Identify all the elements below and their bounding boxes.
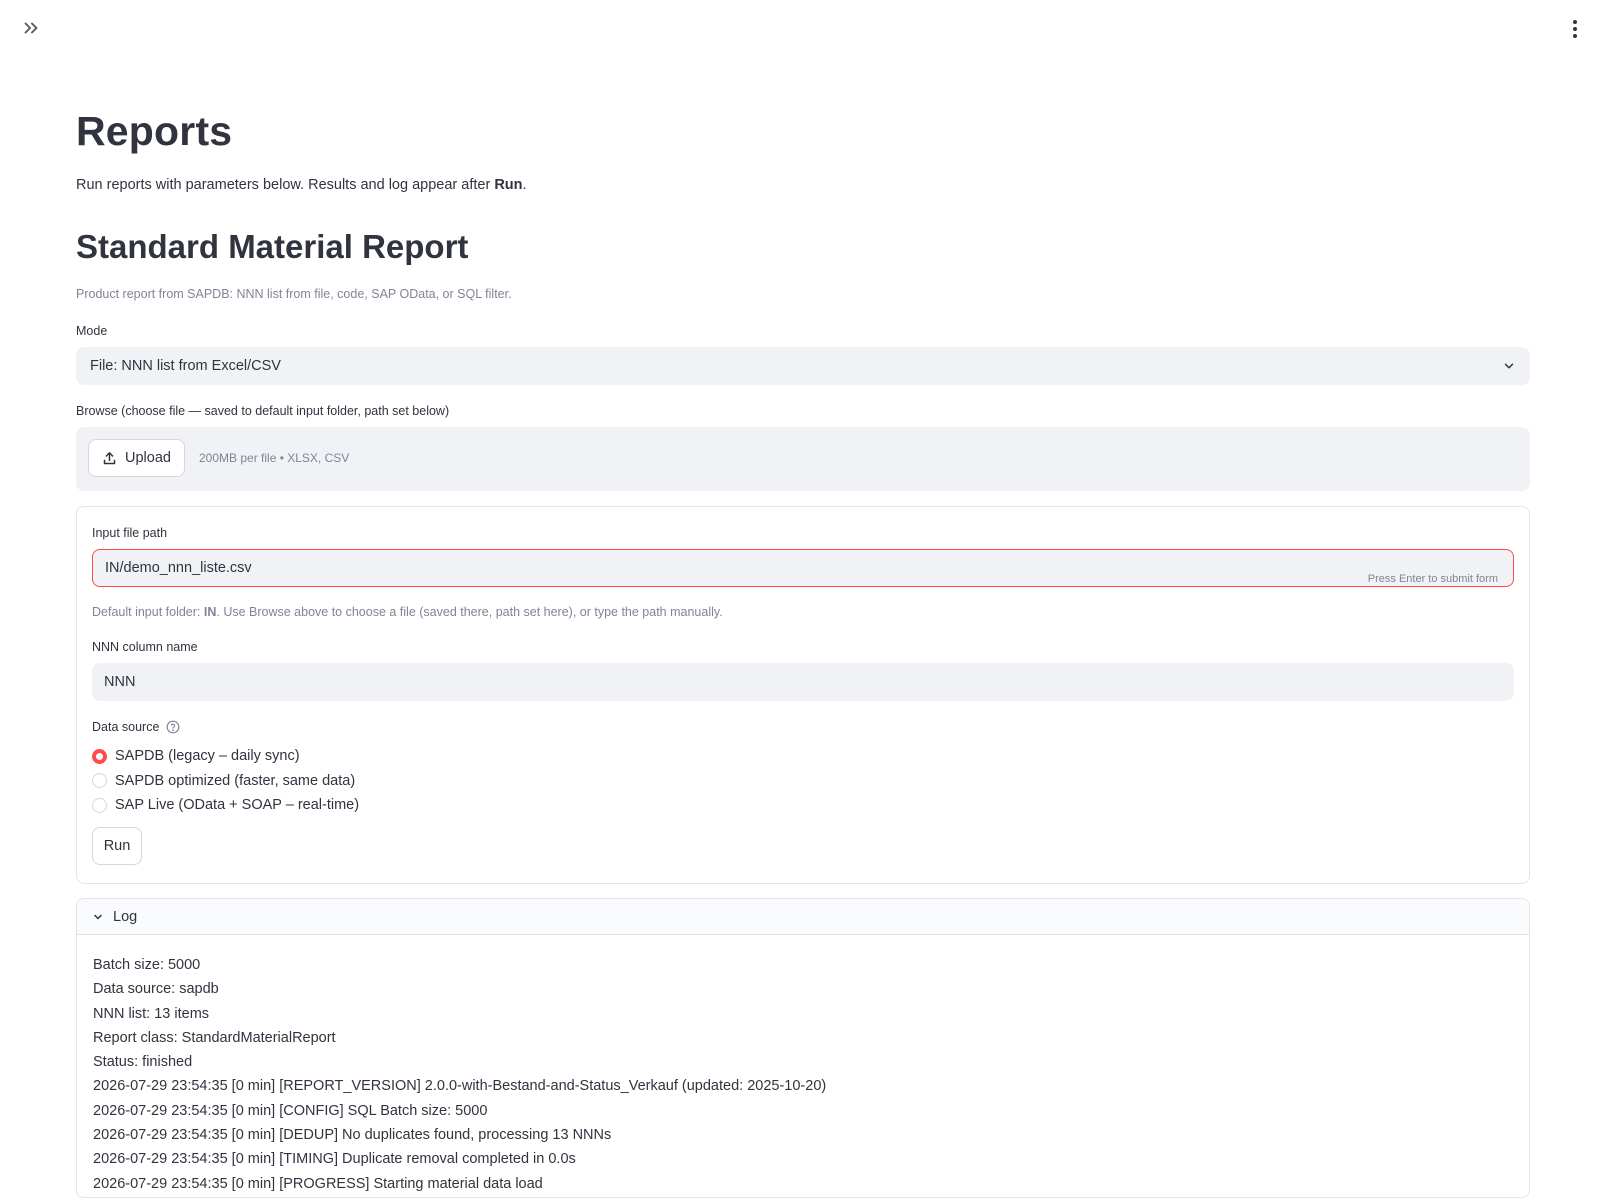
log-line: Report class: StandardMaterialReport [93,1029,336,1046]
nnn-column-label: NNN column name [92,640,198,654]
upload-button[interactable]: Upload [88,439,185,477]
input-file-help-prefix: Default input folder: [92,605,204,619]
run-button[interactable]: Run [92,827,142,865]
radio-option-sapdb-optimized[interactable]: SAPDB optimized (faster, same data) [92,769,359,794]
radio-checked-icon[interactable] [92,748,107,764]
help-icon[interactable] [166,720,180,734]
radio-option-sap-live[interactable]: SAP Live (OData + SOAP – real-time) [92,793,359,818]
log-expander: Log Batch size: 5000 Data source: sapdb … [76,898,1530,1198]
upload-hint: 200MB per file • XLSX, CSV [199,451,350,465]
data-source-label-row: Data source [92,720,180,734]
input-file-help-suffix: . Use Browse above to choose a file (sav… [216,605,723,619]
input-file-path-field[interactable] [92,549,1514,587]
main-menu-icon[interactable] [1566,17,1584,41]
press-enter-hint: Press Enter to submit form [1367,573,1498,585]
log-line: 2026-07-29 23:54:35 [0 min] [TIMING] Dup… [93,1151,576,1168]
radio-unchecked-icon[interactable] [92,797,107,813]
radio-unchecked-icon[interactable] [92,773,107,789]
page-subtitle-end: . [522,177,527,193]
log-line: Data source: sapdb [93,981,219,998]
input-file-help: Default input folder: IN. Use Browse abo… [92,605,723,619]
radio-option-label: SAPDB optimized (faster, same data) [115,772,356,789]
page-title: Reports [76,108,233,154]
chevron-down-icon [94,914,102,919]
radio-option-label: SAP Live (OData + SOAP – real-time) [115,797,360,814]
chevron-down-icon [1504,363,1514,369]
page-subtitle: Run reports with parameters below. Resul… [76,177,527,193]
log-expander-header[interactable]: Log [77,899,1529,935]
input-file-label: Input file path [92,526,168,540]
log-line: 2026-07-29 23:54:35 [0 min] [CONFIG] SQL… [93,1102,488,1119]
page-subtitle-text: Run reports with parameters below. Resul… [76,177,495,193]
upload-button-label: Upload [125,450,171,466]
expand-sidebar-icon[interactable] [20,17,42,39]
radio-option-sapdb-legacy[interactable]: SAPDB (legacy – daily sync) [92,744,359,769]
report-title: Standard Material Report [76,228,469,265]
radio-option-label: SAPDB (legacy – daily sync) [115,748,300,765]
log-header-label: Log [113,908,138,925]
file-uploader-dropzone[interactable]: Upload 200MB per file • XLSX, CSV [76,427,1530,491]
log-line: 2026-07-29 23:54:35 [0 min] [REPORT_VERS… [93,1078,827,1095]
log-line: Status: finished [93,1054,193,1071]
log-line: 2026-07-29 23:54:35 [0 min] [PROGRESS] S… [93,1175,543,1192]
log-line: NNN list: 13 items [93,1005,210,1022]
log-line: 2026-07-29 23:54:35 [0 min] [DEDUP] No d… [93,1127,612,1144]
mode-select[interactable]: File: NNN list from Excel/CSV [76,347,1530,385]
input-file-help-folder: IN [203,605,217,619]
log-line: Batch size: 5000 [93,957,201,973]
mode-label: Mode [76,324,108,338]
data-source-label: Data source [92,720,160,734]
upload-icon [103,451,116,464]
nnn-column-field[interactable] [92,663,1514,701]
browse-label: Browse (choose file — saved to default i… [76,404,450,418]
report-caption: Product report from SAPDB: NNN list from… [76,287,512,301]
report-form: Input file path Press Enter to submit fo… [76,506,1530,884]
mode-selected-value: File: NNN list from Excel/CSV [90,358,281,374]
data-source-radio-group: SAPDB (legacy – daily sync) SAPDB optimi… [92,744,359,818]
log-lines: Batch size: 5000 Data source: sapdb NNN … [77,935,1529,1196]
page-subtitle-run: Run [494,177,523,193]
